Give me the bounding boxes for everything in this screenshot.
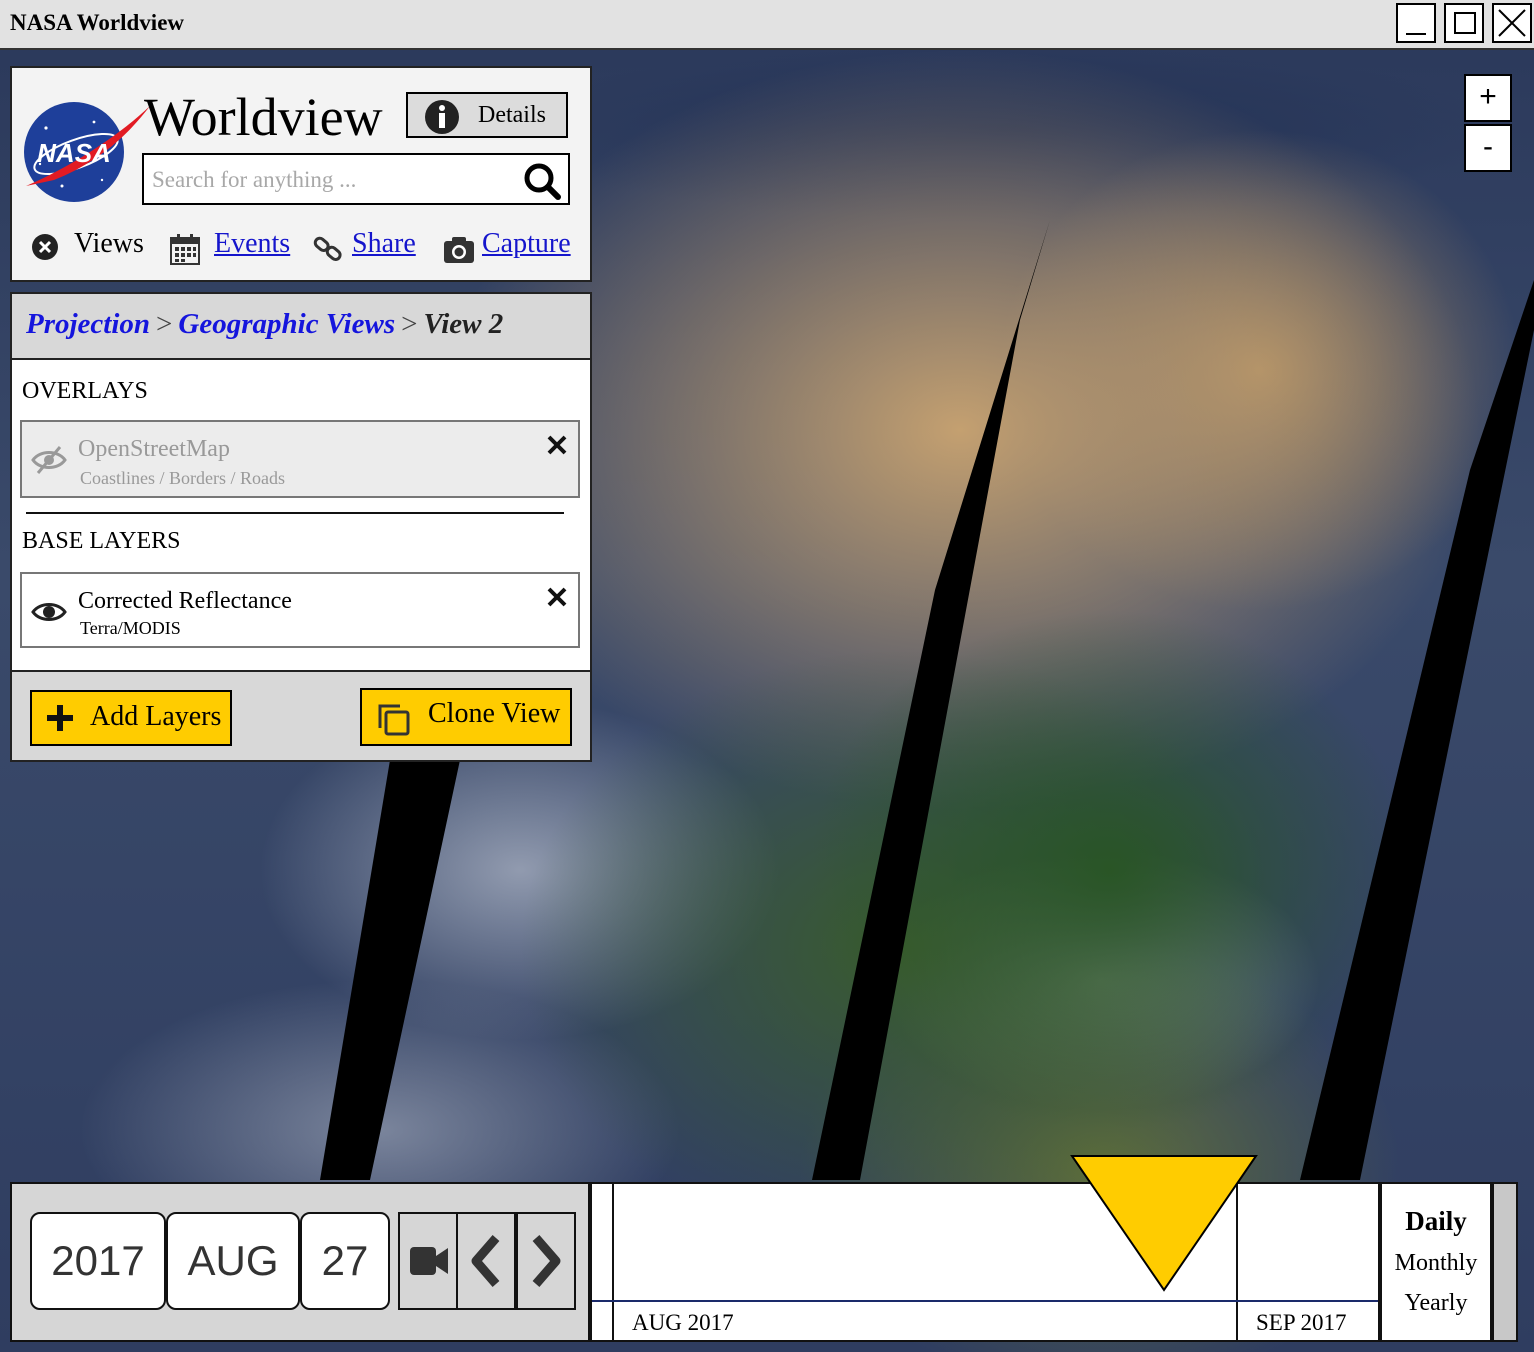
close-button[interactable]: [1492, 3, 1532, 43]
clone-view-button[interactable]: Clone View: [360, 688, 572, 746]
section-divider: [26, 512, 564, 514]
minimize-icon: [1406, 33, 1426, 35]
info-icon: [425, 100, 459, 134]
window-titlebar: NASA Worldview: [0, 0, 1534, 50]
breadcrumb: Projection > Geographic Views > View 2: [26, 308, 503, 341]
views-toggle[interactable]: Views: [30, 226, 150, 266]
timeline-tick: [612, 1184, 614, 1340]
share-label[interactable]: Share: [352, 228, 416, 260]
breadcrumb-projection[interactable]: Projection: [26, 308, 150, 340]
day-selector[interactable]: 27: [300, 1212, 390, 1310]
layer-subtitle: Coastlines / Borders / Roads: [80, 468, 285, 488]
year-selector[interactable]: 2017: [30, 1212, 166, 1310]
minimize-button[interactable]: [1396, 3, 1436, 43]
timeline-axis: [592, 1300, 1378, 1302]
details-button[interactable]: Details: [406, 92, 568, 138]
clone-view-label: Clone View: [428, 698, 561, 729]
base-layers-heading: BASE LAYERS: [22, 528, 181, 554]
timeline-scale-selector: Daily Monthly Yearly: [1380, 1182, 1492, 1342]
timeline-month-label: SEP 2017: [1256, 1310, 1347, 1335]
camera-icon: [444, 237, 474, 263]
layer-card-corrected-reflectance[interactable]: Corrected Reflectance Terra/MODIS: [20, 572, 580, 648]
search-input[interactable]: [150, 161, 514, 199]
video-camera-icon: [410, 1247, 448, 1275]
close-icon: [1498, 9, 1526, 37]
chevron-left-icon: [471, 1235, 500, 1287]
copy-icon: [378, 704, 410, 736]
layer-name: Corrected Reflectance: [78, 588, 292, 614]
overlays-heading: OVERLAYS: [22, 378, 148, 404]
timeline-month-label: AUG 2017: [632, 1310, 734, 1335]
month-selector[interactable]: AUG: [166, 1212, 300, 1310]
add-layers-button[interactable]: Add Layers: [30, 690, 232, 746]
breadcrumb-separator: >: [156, 308, 173, 340]
scale-yearly[interactable]: Yearly: [1382, 1290, 1490, 1317]
eye-slash-icon[interactable]: [30, 444, 68, 476]
layers-panel: Projection > Geographic Views > View 2 OVERL…: [10, 292, 592, 762]
remove-layer-icon[interactable]: [546, 586, 568, 608]
zoom-in-button[interactable]: +: [1464, 74, 1512, 122]
animation-button[interactable]: [398, 1212, 458, 1310]
header-panel: NASA Worldview Details Views: [10, 66, 592, 282]
next-day-button[interactable]: [516, 1212, 576, 1310]
maximize-button[interactable]: [1444, 3, 1484, 43]
breadcrumb-bar: Projection > Geographic Views > View 2: [12, 294, 590, 360]
breadcrumb-current-view: View 2: [423, 308, 504, 340]
remove-layer-icon[interactable]: [546, 434, 568, 456]
details-label: Details: [478, 102, 546, 128]
maximize-icon: [1454, 12, 1476, 34]
timeline-scrollbar[interactable]: [1492, 1182, 1518, 1342]
scale-monthly[interactable]: Monthly: [1382, 1250, 1490, 1277]
capture-label[interactable]: Capture: [482, 228, 571, 260]
app-title: Worldview: [144, 87, 383, 147]
svg-text:NASA: NASA: [37, 138, 111, 168]
layers-footer: Add Layers Clone View: [12, 670, 590, 760]
nasa-logo: NASA: [24, 102, 150, 202]
events-link[interactable]: Events: [168, 226, 292, 266]
timeline-date-panel: 2017 AUG 27: [10, 1182, 590, 1342]
link-icon: [313, 236, 342, 261]
plus-icon: [47, 705, 73, 731]
layer-card-openstreetmap[interactable]: OpenStreetMap Coastlines / Borders / Roa…: [20, 420, 580, 498]
close-circle-icon: [32, 234, 58, 260]
share-link[interactable]: Share: [312, 226, 422, 266]
layer-subtitle: Terra/MODIS: [80, 618, 181, 638]
eye-icon[interactable]: [30, 596, 68, 628]
date-pointer-handle[interactable]: [1070, 1154, 1260, 1294]
search-icon[interactable]: [522, 161, 562, 201]
calendar-icon: [170, 234, 200, 265]
timeline-track[interactable]: AUG 2017 SEP 2017: [590, 1182, 1380, 1342]
views-label: Views: [74, 228, 144, 259]
breadcrumb-geographic-views[interactable]: Geographic Views: [178, 308, 395, 340]
breadcrumb-separator: >: [401, 308, 418, 340]
search-box[interactable]: [142, 153, 570, 205]
capture-link[interactable]: Capture: [442, 226, 582, 266]
events-label[interactable]: Events: [214, 228, 290, 260]
previous-day-button[interactable]: [456, 1212, 516, 1310]
layer-name: OpenStreetMap: [78, 436, 230, 462]
zoom-out-button[interactable]: -: [1464, 124, 1512, 172]
add-layers-label: Add Layers: [90, 701, 222, 732]
scale-daily[interactable]: Daily: [1382, 1206, 1490, 1237]
window-title: NASA Worldview: [10, 10, 185, 35]
chevron-right-icon: [532, 1235, 561, 1287]
